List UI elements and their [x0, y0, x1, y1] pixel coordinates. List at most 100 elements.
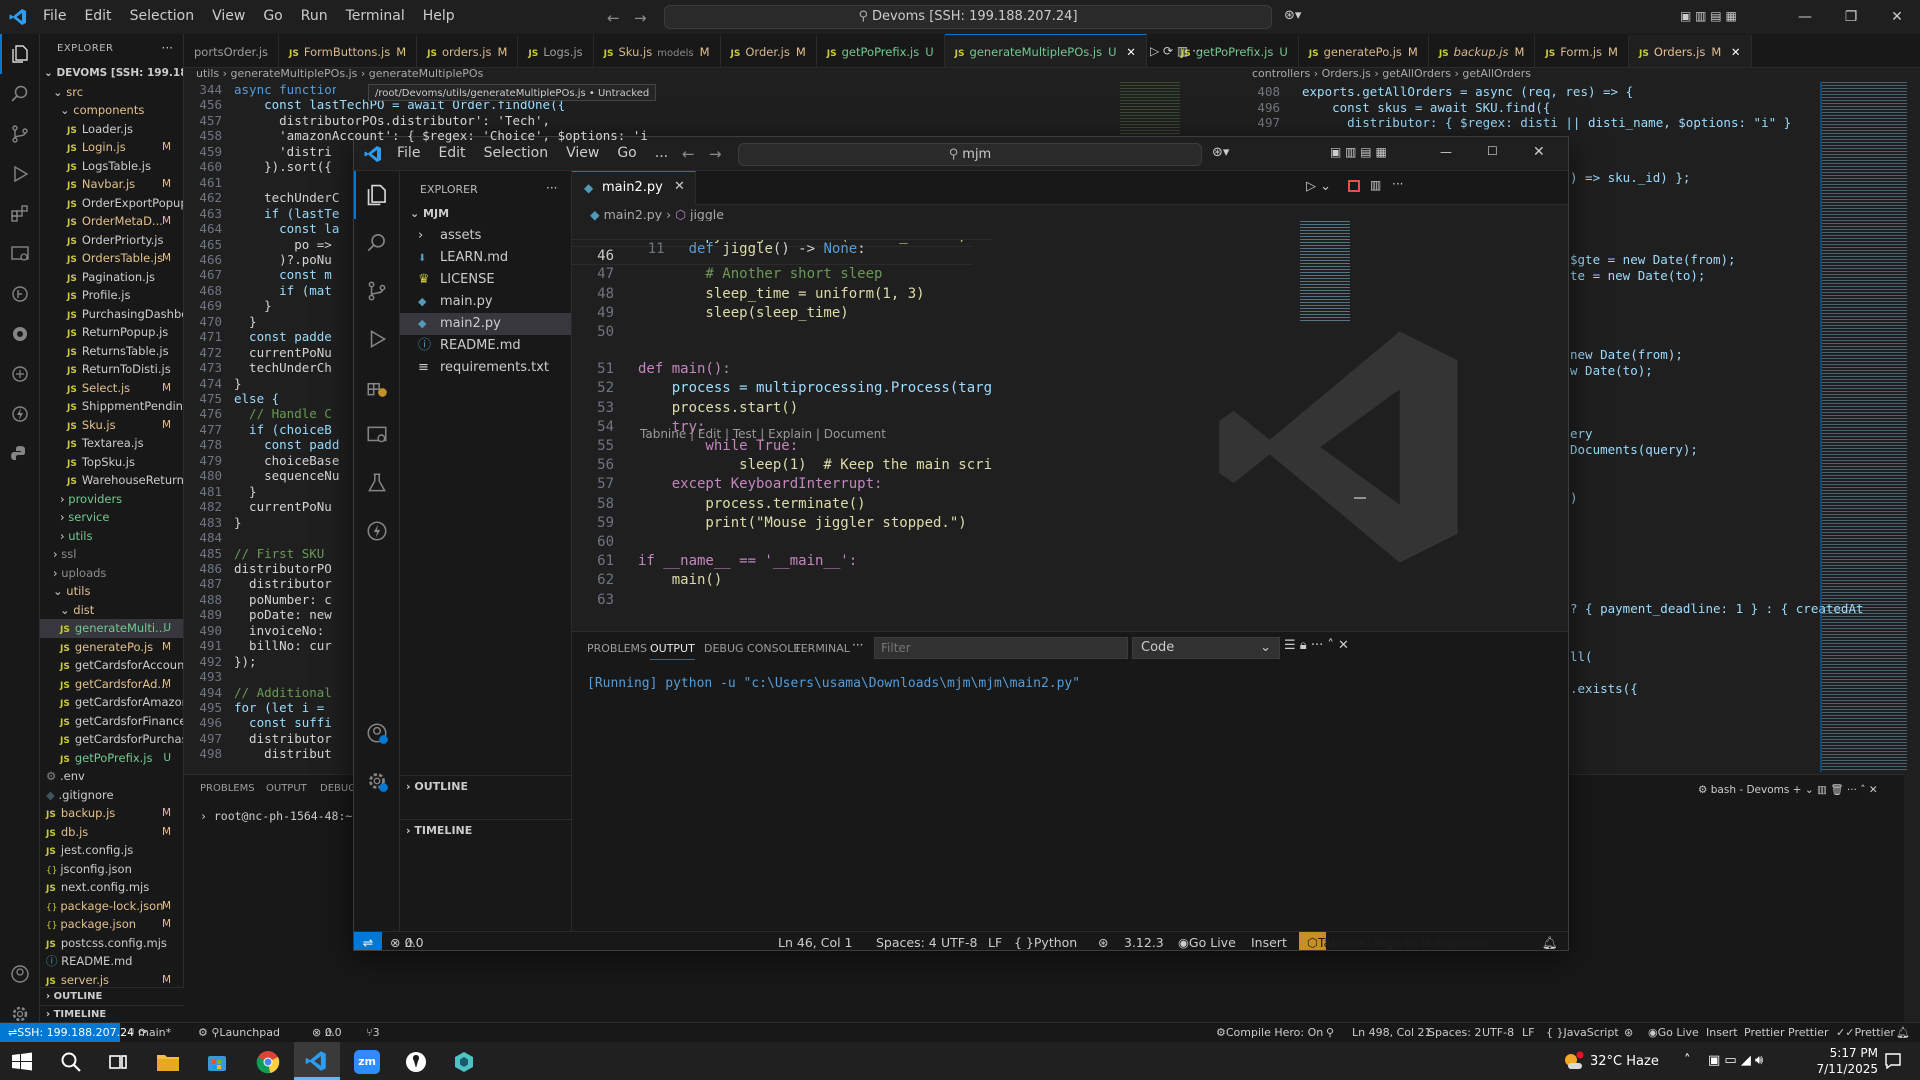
tree-item-requirements-txt[interactable]: ≡ requirements.txt: [400, 357, 571, 379]
code-line[interactable]: 491 billNo: cur: [186, 638, 356, 654]
code-line[interactable]: 61 if __name__ == '__main__':: [572, 552, 992, 571]
code-line[interactable]: 50: [572, 323, 992, 342]
panel-tab-output[interactable]: OUTPUT: [650, 642, 695, 660]
code-line[interactable]: 460 }).sort({: [186, 159, 356, 175]
source-control-icon[interactable]: [0, 114, 40, 154]
remote-indicator[interactable]: ⇌ SSH: 199.188.207.24: [0, 1023, 134, 1043]
eol[interactable]: LF: [1522, 1023, 1534, 1043]
code-line[interactable]: 60: [572, 533, 992, 552]
tree-file[interactable]: JS jest.config.js: [40, 841, 183, 860]
menu-edit[interactable]: Edit: [75, 8, 120, 24]
store-icon[interactable]: [206, 1051, 228, 1073]
insert-mode[interactable]: Insert: [1706, 1023, 1738, 1043]
tab-main2[interactable]: ◆ main2.py ✕: [572, 171, 696, 205]
restore-icon[interactable]: ❐: [1828, 0, 1874, 34]
remote-explorer-icon[interactable]: [0, 234, 40, 274]
tree-file[interactable]: JS db.js M: [40, 823, 183, 842]
code-line[interactable]: 487 distributor: [186, 576, 356, 592]
menu-view[interactable]: View: [203, 8, 254, 24]
code-fragment[interactable]: new Date(from);: [1570, 347, 1683, 363]
tree-file[interactable]: JS OrdersTable.js M: [40, 249, 183, 268]
front-breadcrumb[interactable]: ◆ main2.py › ⬡ jiggle: [590, 207, 724, 222]
code-line[interactable]: 465 po =>: [186, 237, 356, 253]
editor-tab[interactable]: JS backup.js M: [1429, 35, 1536, 67]
close-icon[interactable]: ✕: [1874, 0, 1920, 34]
terminal-selector[interactable]: ⚙ bash - Devoms + ⌄ ▥ 🗑 ··· ˄ ✕: [1698, 783, 1878, 796]
tree-file[interactable]: JS Select.js M: [40, 379, 183, 398]
command-center-search[interactable]: ⚲ Devoms [SSH: 199.188.207.24]: [664, 5, 1272, 29]
prettier-2[interactable]: Prettier: [1788, 1023, 1828, 1043]
code-line[interactable]: 466 )?.poNu: [186, 252, 356, 268]
panel-tab-problems[interactable]: PROBLEMS: [587, 642, 647, 655]
copilot-icon[interactable]: ⊛▾: [1212, 145, 1229, 160]
tree-file[interactable]: JS generateMulti... U: [40, 619, 183, 638]
code-line[interactable]: 52 process = multiprocessing.Process(tar…: [572, 379, 992, 398]
editor-actions-icons[interactable]: ▷ ⟳ ▥ ···: [1150, 44, 1204, 58]
tabnine-status[interactable]: ⬡ Tabnine: Sign-in is required: [1299, 932, 1488, 950]
extensions-icon[interactable]: [354, 363, 400, 411]
code-line[interactable]: 490 invoiceNo:: [186, 623, 356, 639]
gitlens-icon[interactable]: [0, 274, 40, 314]
code-fragment[interactable]: $gte = new Date(from);: [1570, 252, 1736, 268]
more-actions-icon[interactable]: ···: [1392, 177, 1403, 191]
panel-action-icons[interactable]: ☰ 🔒︎ ··· ˄ ✕: [1284, 638, 1349, 653]
tree-file[interactable]: JS Profile.js: [40, 286, 183, 305]
code-line[interactable]: 49 sleep(sleep_time): [572, 304, 992, 323]
extensions-icon[interactable]: [0, 194, 40, 234]
tree-item-main-py[interactable]: ◆ main.py: [400, 291, 571, 313]
tree-file[interactable]: JS PurchasingDashbo...: [40, 305, 183, 324]
tree-folder[interactable]: › utils: [40, 527, 183, 546]
cursor-position[interactable]: Ln 46, Col 1: [778, 932, 853, 950]
code-line[interactable]: 488 poNumber: c: [186, 592, 356, 608]
notifications-icon[interactable]: 🔔︎: [1542, 932, 1558, 950]
code-line[interactable]: 463 if (lastTe: [186, 206, 356, 222]
taskbar-search-icon[interactable]: [60, 1051, 82, 1073]
panel-tab-debug-console[interactable]: DEBUG CONSOLE: [704, 642, 800, 655]
tree-file[interactable]: JS getPoPrefix.js U: [40, 749, 183, 768]
launchpad-item[interactable]: ⚙ ⚲ Launchpad: [198, 1023, 280, 1043]
code-fragment[interactable]: .exists({: [1570, 681, 1638, 697]
minimize-icon[interactable]: —: [1782, 0, 1828, 34]
language-mode[interactable]: { } JavaScript: [1546, 1023, 1619, 1043]
tab-close-icon[interactable]: ✕: [674, 179, 685, 194]
code-line[interactable]: 479 choiceBase: [186, 453, 356, 469]
code-line[interactable]: 63: [572, 591, 992, 610]
editor-tab[interactable]: JS orders.js M: [417, 35, 519, 67]
code-line[interactable]: 472 currentPoNu: [186, 345, 356, 361]
code-line[interactable]: 478 const padd: [186, 437, 356, 453]
code-line[interactable]: 475 else {: [186, 391, 356, 407]
editor-tab[interactable]: JS Logs.js: [518, 35, 594, 67]
tree-file[interactable]: JS LogsTable.js: [40, 157, 183, 176]
editor-tab[interactable]: JS Order.js M: [721, 35, 817, 67]
output-filter-input[interactable]: [874, 637, 1128, 659]
task-view-icon[interactable]: [108, 1052, 128, 1072]
tree-folder[interactable]: › uploads: [40, 564, 183, 583]
run-python-icon[interactable]: ▷ ⌄: [1306, 179, 1331, 194]
thunder-client-icon[interactable]: [0, 394, 40, 434]
code-line[interactable]: 495 for (let i =: [186, 700, 356, 716]
code-line[interactable]: 477 if (choiceB: [186, 422, 356, 438]
language-mode[interactable]: { } Python: [1014, 932, 1077, 950]
tree-file[interactable]: JS OrderMetaD... M: [40, 212, 183, 231]
tree-file[interactable]: JS backup.js M: [40, 804, 183, 823]
tree-file[interactable]: ⚙ .env: [40, 767, 183, 786]
copilot-icon[interactable]: ⊛▾: [1284, 8, 1301, 23]
forward-arrow-icon[interactable]: →: [709, 145, 722, 163]
layout-icons[interactable]: ▣ ▥ ▤ ▦: [1330, 145, 1387, 159]
breadcrumb-left[interactable]: utils › generateMultiplePOs.js › generat…: [196, 66, 483, 82]
run-debug-icon[interactable]: [0, 154, 40, 194]
tree-file[interactable]: JS getCardsforPurchasi...: [40, 730, 183, 749]
output-channel-select[interactable]: Code ⌄: [1132, 637, 1280, 659]
tree-file[interactable]: {} package-lock.json M: [40, 897, 183, 916]
menu-selection[interactable]: Selection: [121, 8, 204, 24]
panel-tab-output[interactable]: OUTPUT: [266, 783, 307, 794]
code-fragment[interactable]: ery: [1570, 426, 1593, 442]
tree-folder[interactable]: ⌄ utils: [40, 582, 183, 601]
docker-icon[interactable]: [0, 354, 40, 394]
vscode-taskbar-item[interactable]: [294, 1042, 340, 1080]
code-line[interactable]: 57 except KeyboardInterrupt:: [572, 475, 992, 494]
code-fragment[interactable]: Documents(query);: [1570, 442, 1698, 458]
tree-file[interactable]: JS ReturnToDisti.js: [40, 360, 183, 379]
breadcrumb-right[interactable]: controllers › Orders.js › getAllOrders ›…: [1252, 66, 1531, 82]
editor-tab[interactable]: JS Sku.js models M: [594, 35, 721, 67]
